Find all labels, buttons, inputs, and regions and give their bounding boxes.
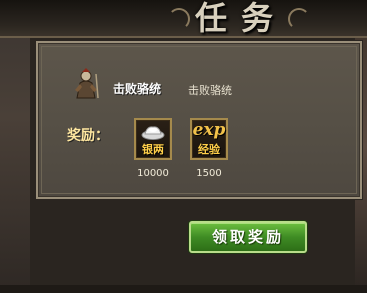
reward-slot-silver[interactable]: 银两	[134, 118, 172, 160]
title-flourish-left-icon	[168, 8, 190, 30]
silver-ingot-icon	[141, 126, 165, 140]
background-left-scenery	[0, 0, 30, 293]
window-bottom-frame	[0, 285, 367, 293]
claim-reward-button[interactable]: 领取奖励	[189, 221, 307, 253]
window-title: 任务	[195, 0, 288, 37]
task-name: 击败骆统	[113, 82, 162, 96]
task-description: 击败骆统	[188, 84, 232, 97]
exp-icon: exp	[192, 120, 226, 140]
reward-exp-amount: 1500	[196, 168, 222, 179]
rewards-label: 奖励：	[67, 128, 109, 144]
reward-silver-amount: 10000	[137, 168, 169, 179]
reward-silver-name: 银两	[142, 143, 164, 156]
title-flourish-right-icon	[288, 8, 310, 30]
reward-exp-name: 经验	[198, 143, 220, 156]
window-header: 任务	[0, 0, 367, 38]
warrior-portrait-icon	[75, 68, 99, 99]
reward-slot-exp[interactable]: exp 经验	[190, 118, 228, 160]
